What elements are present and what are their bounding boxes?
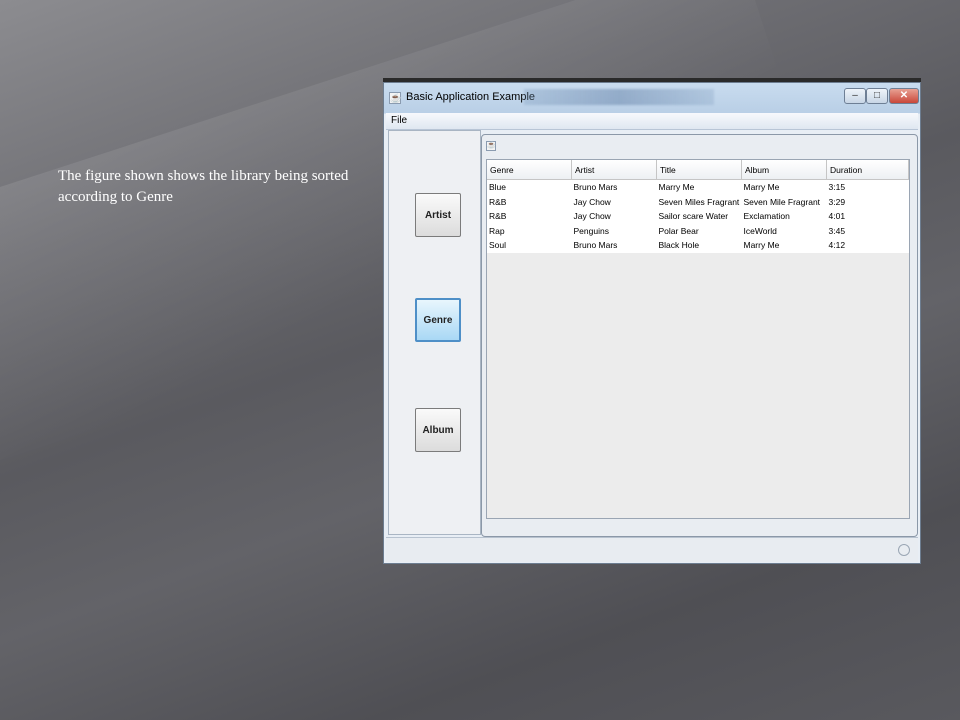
cell-genre: Rap xyxy=(487,223,572,238)
column-header-duration[interactable]: Duration xyxy=(826,160,909,180)
cell-title: Marry Me xyxy=(656,179,742,195)
cell-album: Marry Me xyxy=(741,238,827,253)
title-bar[interactable]: ☕ Basic Application Example – □ ✕ xyxy=(384,83,920,111)
blurred-background-taskbar xyxy=(524,89,714,105)
cell-title: Seven Miles Fragrant xyxy=(656,194,742,209)
cell-album: Seven Mile Fragrant xyxy=(741,194,827,209)
column-header-genre[interactable]: Genre xyxy=(487,160,572,180)
cell-genre: Soul xyxy=(487,238,572,253)
column-header-album[interactable]: Album xyxy=(741,160,827,180)
sort-by-album-button[interactable]: Album xyxy=(415,408,461,452)
library-table-container: Genre Artist Title Album Duration Blue B… xyxy=(486,159,910,519)
maximize-button[interactable]: □ xyxy=(866,88,888,104)
table-row[interactable]: Blue Bruno Mars Marry Me Marry Me 3:15 xyxy=(487,179,909,195)
sort-by-artist-button[interactable]: Artist xyxy=(415,193,461,237)
status-bar xyxy=(386,537,918,562)
slide-caption: The figure shown shows the library being… xyxy=(58,168,349,205)
cell-duration: 4:01 xyxy=(826,209,909,224)
cell-duration: 3:29 xyxy=(826,194,909,209)
sort-by-genre-button[interactable]: Genre xyxy=(415,298,461,342)
cell-artist: Penguins xyxy=(571,223,657,238)
cell-title: Black Hole xyxy=(656,238,742,253)
menu-file[interactable]: File xyxy=(391,115,407,126)
cell-genre: R&B xyxy=(487,209,572,224)
cell-genre: Blue xyxy=(487,179,572,195)
window-title: Basic Application Example xyxy=(406,91,536,103)
status-indicator-icon xyxy=(898,544,910,556)
table-row[interactable]: Soul Bruno Mars Black Hole Marry Me 4:12 xyxy=(487,238,909,253)
cell-duration: 4:12 xyxy=(826,238,909,253)
java-app-icon: ☕ xyxy=(389,92,402,104)
column-header-title[interactable]: Title xyxy=(656,160,742,180)
internal-frame-icon[interactable]: ☕ xyxy=(486,141,496,151)
cell-album: Exclamation xyxy=(741,209,827,224)
menu-bar: File xyxy=(386,113,918,130)
column-header-artist[interactable]: Artist xyxy=(571,160,657,180)
sort-button-panel: Artist Genre Album xyxy=(388,130,481,535)
table-row[interactable]: Rap Penguins Polar Bear IceWorld 3:45 xyxy=(487,223,909,238)
cell-album: IceWorld xyxy=(741,223,827,238)
library-table: Genre Artist Title Album Duration Blue B… xyxy=(487,160,909,253)
cell-artist: Bruno Mars xyxy=(571,238,657,253)
cell-duration: 3:45 xyxy=(826,223,909,238)
internal-frame: ☕ Genre Artist Title Album Duration Blue… xyxy=(481,134,918,537)
table-row[interactable]: R&B Jay Chow Sailor scare Water Exclamat… xyxy=(487,209,909,224)
cell-artist: Bruno Mars xyxy=(571,179,657,195)
cell-title: Polar Bear xyxy=(656,223,742,238)
app-screenshot: ☕ Basic Application Example – □ ✕ File A… xyxy=(383,78,921,564)
table-row[interactable]: R&B Jay Chow Seven Miles Fragrant Seven … xyxy=(487,194,909,209)
minimize-button[interactable]: – xyxy=(844,88,866,104)
cell-artist: Jay Chow xyxy=(571,209,657,224)
app-window: ☕ Basic Application Example – □ ✕ File A… xyxy=(383,82,921,564)
cell-title: Sailor scare Water xyxy=(656,209,742,224)
cell-album: Marry Me xyxy=(741,179,827,195)
table-header-row: Genre Artist Title Album Duration xyxy=(487,160,909,180)
close-button[interactable]: ✕ xyxy=(889,88,919,104)
cell-duration: 3:15 xyxy=(826,179,909,195)
cell-artist: Jay Chow xyxy=(571,194,657,209)
cell-genre: R&B xyxy=(487,194,572,209)
